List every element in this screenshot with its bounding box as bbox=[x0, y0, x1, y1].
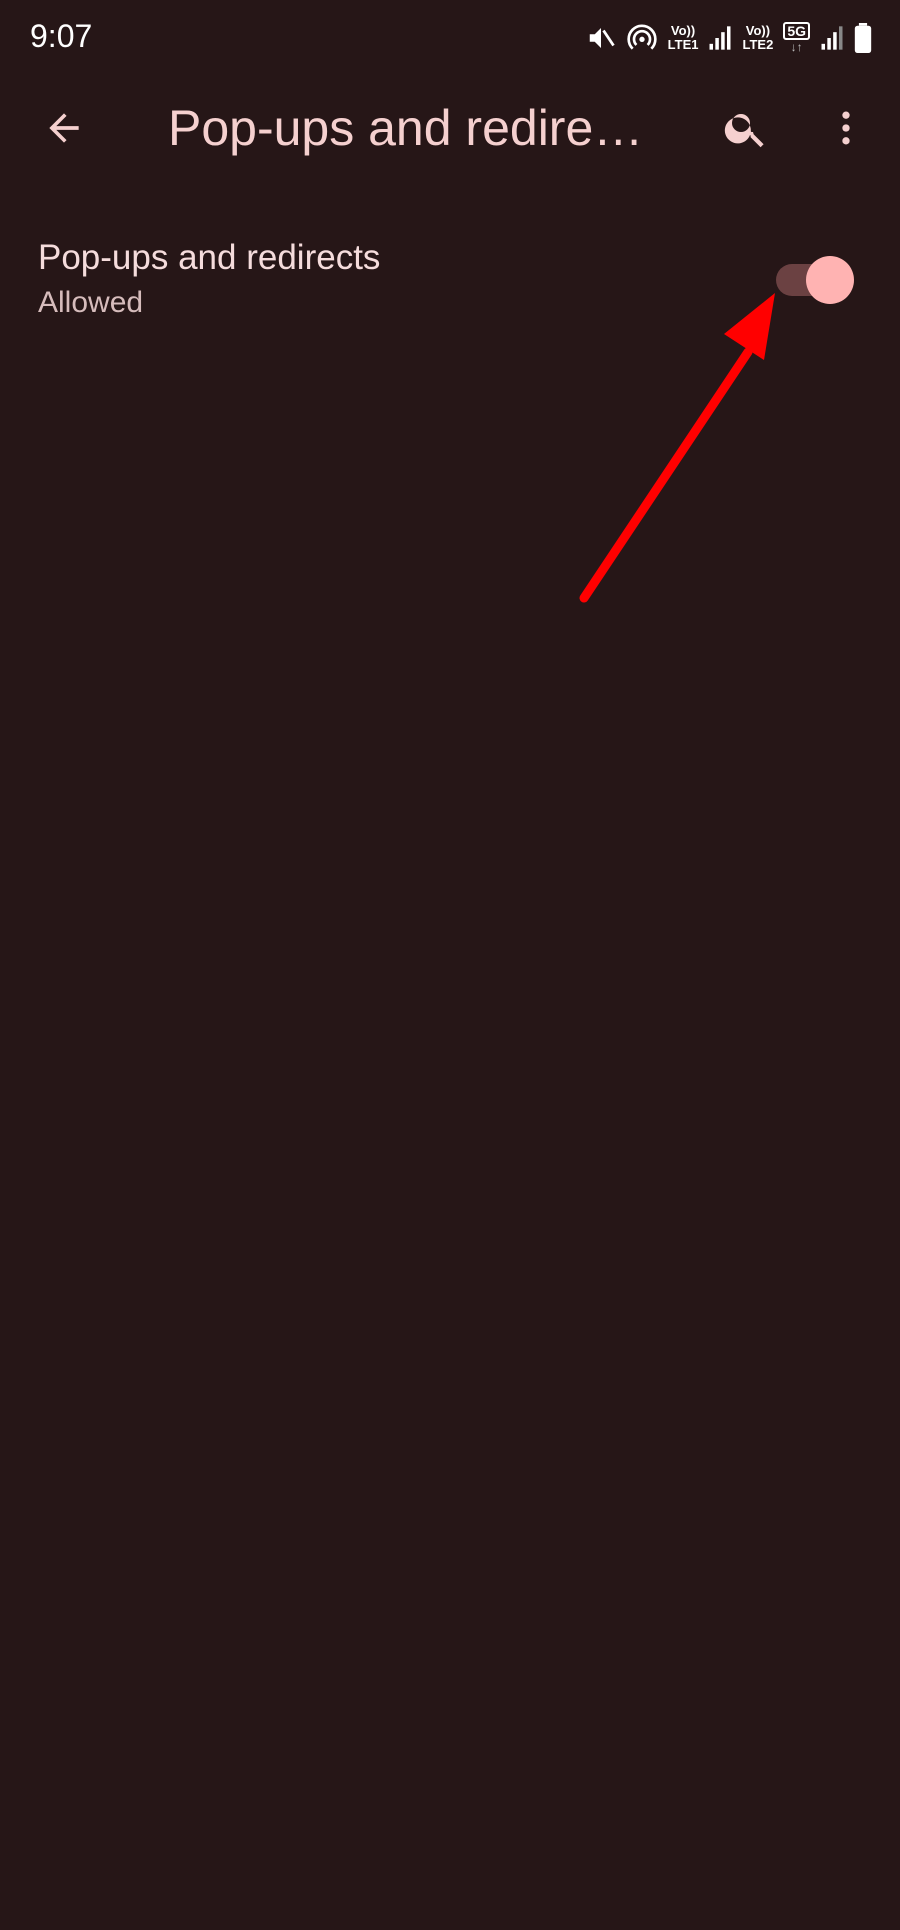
battery-icon bbox=[854, 23, 872, 53]
more-vert-icon bbox=[842, 111, 850, 145]
signal-icon bbox=[708, 24, 732, 52]
mute-icon bbox=[586, 23, 616, 53]
more-options-button[interactable] bbox=[812, 94, 880, 162]
setting-summary: Allowed bbox=[38, 286, 144, 319]
page-title: Pop-ups and redire… bbox=[168, 100, 644, 156]
status-bar: 9:07 Vo)) LTE1 Vo)) LTE2 5G ↓↑ bbox=[0, 0, 900, 80]
toggle-thumb bbox=[806, 256, 854, 304]
status-icons: Vo)) LTE1 Vo)) LTE2 5G ↓↑ bbox=[586, 18, 872, 58]
search-icon bbox=[724, 114, 764, 148]
data-activity-icon: ↓↑ bbox=[790, 40, 803, 54]
search-button[interactable] bbox=[712, 94, 780, 162]
app-bar: Pop-ups and redire… bbox=[0, 80, 900, 176]
network-type-badge: 5G ↓↑ bbox=[783, 22, 810, 54]
back-button[interactable] bbox=[30, 94, 98, 162]
status-time: 9:07 bbox=[30, 18, 93, 54]
back-arrow-icon bbox=[49, 113, 79, 143]
signal-icon bbox=[820, 24, 844, 52]
popups-setting-row[interactable]: Pop-ups and redirects Allowed bbox=[0, 220, 900, 340]
popups-toggle[interactable] bbox=[776, 256, 856, 304]
sim1-label: Vo)) LTE1 bbox=[667, 23, 699, 52]
hotspot-icon bbox=[626, 22, 658, 54]
setting-title: Pop-ups and redirects bbox=[38, 238, 381, 277]
sim2-label: Vo)) LTE2 bbox=[742, 23, 774, 52]
